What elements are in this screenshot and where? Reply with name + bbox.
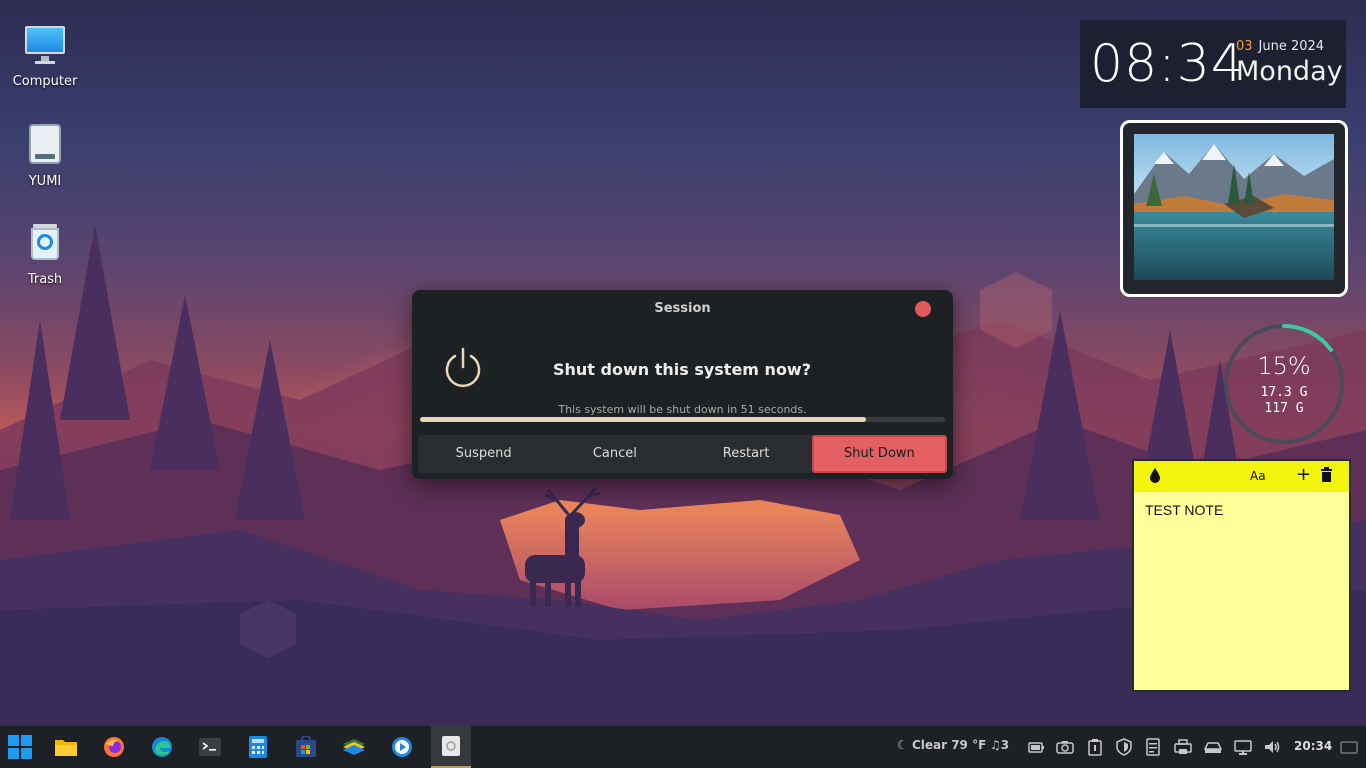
disk-used: 17.3 G	[1260, 385, 1308, 400]
bell-icon: ♫	[990, 738, 1001, 752]
taskbar-clock[interactable]: 20:34	[1294, 739, 1332, 753]
layers-app-icon[interactable]	[334, 726, 374, 768]
drop-icon[interactable]	[1148, 467, 1162, 487]
shutdown-button[interactable]: Shut Down	[811, 435, 947, 473]
file-manager-icon[interactable]	[46, 726, 86, 768]
notes-icon[interactable]	[1144, 738, 1162, 756]
start-menu-icon[interactable]	[0, 726, 40, 768]
dialog-button-row: Suspend Cancel Restart Shut Down	[418, 435, 947, 473]
edge-icon[interactable]	[142, 726, 182, 768]
printer-icon[interactable]	[1174, 738, 1192, 756]
session-app-icon[interactable]	[431, 726, 471, 768]
monitor-icon	[23, 24, 67, 68]
clock-widget: 08:34 03 June 2024 Monday	[1080, 20, 1346, 108]
clock-day: 03	[1236, 39, 1253, 54]
terminal-icon[interactable]	[190, 726, 230, 768]
media-player-icon[interactable]	[382, 726, 422, 768]
delete-icon[interactable]	[1320, 467, 1333, 486]
clock-month-year: June 2024	[1258, 39, 1325, 54]
disk-usage-widget: 15% 17.3 G 117 G	[1222, 322, 1346, 446]
weather-text: Clear 79 °F	[911, 738, 987, 752]
desktop-icon-computer[interactable]: Computer	[0, 24, 90, 89]
session-dialog: Session Shut down this system now? This …	[412, 290, 953, 479]
disk-usage-ring	[1224, 324, 1344, 444]
add-icon[interactable]: +	[1296, 464, 1311, 485]
sticky-note[interactable]: Aa + TEST NOTE	[1132, 459, 1351, 692]
font-icon[interactable]: Aa	[1250, 469, 1266, 483]
drive-tray-icon[interactable]	[1204, 738, 1222, 756]
weather-indicator[interactable]: ☾ Clear 79 °F	[897, 738, 986, 752]
clock-date: 03 June 2024	[1236, 39, 1324, 54]
restart-button[interactable]: Restart	[681, 435, 812, 473]
desktop-icon-label: Computer	[12, 74, 78, 89]
photo-frame-widget[interactable]	[1120, 120, 1348, 297]
notifications-indicator[interactable]: ♫3	[990, 738, 1009, 752]
desktop-icon-yumi[interactable]: YUMI	[0, 124, 90, 189]
desktop-icon-label: Trash	[27, 272, 63, 287]
show-desktop-icon[interactable]	[1340, 738, 1358, 756]
clock-weekday: Monday	[1236, 56, 1343, 87]
countdown-text: This system will be shut down in 51 seco…	[558, 403, 807, 416]
disk-total: 117 G	[1264, 401, 1304, 416]
sticky-note-toolbar: Aa +	[1134, 461, 1349, 492]
trash-icon	[23, 222, 67, 266]
photo-image	[1134, 134, 1334, 280]
camera-icon[interactable]	[1056, 738, 1074, 756]
dialog-question: Shut down this system now?	[553, 360, 811, 379]
drive-icon	[23, 124, 67, 168]
cancel-button[interactable]: Cancel	[549, 435, 680, 473]
taskbar: ☾ Clear 79 °F ♫3 20:34	[0, 726, 1366, 768]
notification-count: 3	[1000, 738, 1010, 752]
desktop-icon-label: YUMI	[28, 174, 62, 189]
countdown-progress-fill	[420, 417, 867, 422]
close-button[interactable]	[915, 301, 931, 317]
countdown-progress-bar	[420, 417, 945, 422]
battery-icon[interactable]	[1027, 738, 1045, 756]
software-store-icon[interactable]	[286, 726, 326, 768]
moon-icon: ☾	[897, 738, 908, 752]
firefox-icon[interactable]	[94, 726, 134, 768]
sticky-note-text[interactable]: TEST NOTE	[1134, 492, 1349, 528]
shield-icon[interactable]	[1115, 738, 1133, 756]
power-icon	[445, 347, 481, 388]
calculator-icon[interactable]	[238, 726, 278, 768]
desktop-icon-trash[interactable]: Trash	[0, 222, 90, 287]
suspend-button[interactable]: Suspend	[418, 435, 549, 473]
disk-usage-percent: 15%	[1257, 352, 1311, 380]
clipboard-icon[interactable]	[1086, 738, 1104, 756]
volume-icon[interactable]	[1263, 738, 1281, 756]
clock-time: 08:34	[1090, 34, 1245, 94]
dialog-title: Session	[654, 301, 711, 316]
network-icon[interactable]	[1234, 738, 1252, 756]
